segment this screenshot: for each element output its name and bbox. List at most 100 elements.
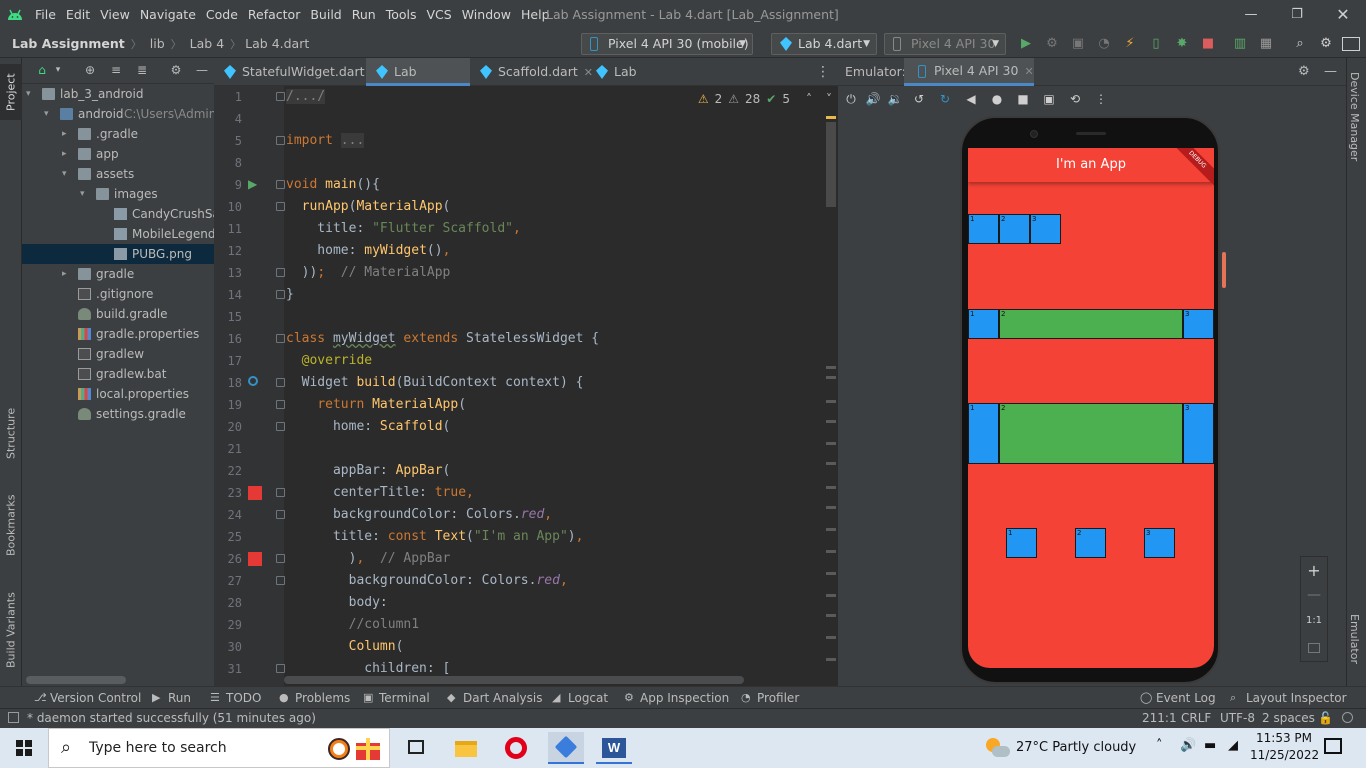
tab-statefulwidget-dart[interactable]: StatefulWidget.dart✕ bbox=[214, 58, 380, 86]
breadcrumb-file[interactable]: Lab 4.dart bbox=[241, 36, 309, 51]
attach-debugger-icon[interactable]: ✸ bbox=[1172, 34, 1192, 54]
horizontal-scrollbar[interactable] bbox=[284, 676, 744, 684]
more-tabs-icon[interactable]: ⋮ bbox=[816, 58, 830, 86]
breadcrumb-project[interactable]: Lab Assignment bbox=[0, 36, 125, 51]
tree-item[interactable]: .gitignore bbox=[22, 284, 214, 304]
tree-item[interactable]: ▸ app bbox=[22, 144, 214, 164]
locate-icon[interactable]: ⊕ bbox=[82, 62, 98, 78]
menu-vcs[interactable]: VCS bbox=[422, 0, 457, 30]
tab-structure[interactable]: Structure bbox=[0, 398, 22, 468]
tree-item[interactable]: gradle.properties bbox=[22, 324, 214, 344]
overview-icon[interactable]: ■ bbox=[1014, 90, 1032, 108]
tab-emulator[interactable]: Emulator bbox=[1348, 614, 1361, 676]
horizontal-scrollbar[interactable] bbox=[26, 676, 126, 684]
task-view-icon[interactable] bbox=[400, 732, 432, 764]
device-selector-secondary[interactable]: Pixel 4 API 30 ▼ bbox=[884, 33, 1006, 55]
windows-start-icon[interactable] bbox=[16, 740, 32, 756]
code-line[interactable]: class myWidget extends StatelessWidget { bbox=[286, 328, 599, 350]
search-icon[interactable]: ⌕ bbox=[1290, 34, 1310, 54]
minimize-button[interactable]: — bbox=[1228, 0, 1274, 30]
code-line[interactable]: ), // AppBar bbox=[286, 548, 451, 570]
file-encoding[interactable]: UTF-8 bbox=[1220, 709, 1255, 728]
menu-navigate[interactable]: Navigate bbox=[135, 0, 201, 30]
code-line[interactable]: Widget build(BuildContext context) { bbox=[286, 372, 584, 394]
volume-icon[interactable]: 🔊 bbox=[1180, 738, 1196, 753]
phone-side-button[interactable] bbox=[1222, 252, 1226, 288]
close-icon[interactable]: ✕ bbox=[1024, 65, 1033, 78]
device-manager-icon[interactable]: ▥ bbox=[1230, 34, 1250, 54]
screenshot-icon[interactable]: ▣ bbox=[1040, 90, 1058, 108]
tab-layout-inspector[interactable]: ⌕ Layout Inspector bbox=[1230, 687, 1347, 709]
opera-icon[interactable] bbox=[500, 732, 532, 764]
chevron-down-icon[interactable]: ▾ bbox=[80, 184, 90, 204]
code-line[interactable]: backgroundColor: Colors.red, bbox=[286, 570, 568, 592]
toggle-tool-windows-icon[interactable] bbox=[8, 712, 19, 723]
chevron-right-icon[interactable]: ▸ bbox=[62, 144, 72, 164]
code-line[interactable]: return MaterialApp( bbox=[286, 394, 466, 416]
fold-marker-icon[interactable] bbox=[276, 488, 285, 497]
caret-position[interactable]: 211:1 bbox=[1142, 709, 1177, 728]
tab-lab4-dart[interactable]: Lab 4.dart✕ bbox=[366, 58, 470, 106]
tab-problems[interactable]: ● Problems bbox=[279, 687, 350, 709]
fold-marker-icon[interactable] bbox=[276, 136, 285, 145]
more-icon[interactable]: ⋮ bbox=[1092, 90, 1110, 108]
notification-icon[interactable] bbox=[1324, 738, 1342, 754]
tree-item[interactable]: ▸ .gradle bbox=[22, 124, 214, 144]
code-line[interactable]: //column1 bbox=[286, 614, 419, 636]
chevron-up-icon[interactable]: ˄ bbox=[806, 92, 812, 106]
menu-refactor[interactable]: Refactor bbox=[243, 0, 305, 30]
android-view-icon[interactable]: ⌂ bbox=[34, 62, 50, 78]
code-line[interactable]: } bbox=[286, 284, 294, 306]
hide-icon[interactable]: — bbox=[1324, 58, 1337, 86]
tree-item[interactable]: gradlew bbox=[22, 344, 214, 364]
tab-event-log[interactable]: ◯ Event Log bbox=[1140, 687, 1216, 709]
code-line[interactable]: centerTitle: true, bbox=[286, 482, 474, 504]
lock-icon[interactable]: 🔓 bbox=[1318, 709, 1333, 728]
volume-up-icon[interactable]: 🔊 bbox=[864, 90, 882, 108]
chevron-down-icon[interactable]: ˅ bbox=[826, 92, 832, 106]
fold-marker-icon[interactable] bbox=[276, 378, 285, 387]
tab-dart-analysis[interactable]: ◆ Dart Analysis bbox=[447, 687, 543, 709]
color-preview-red-icon[interactable] bbox=[248, 486, 262, 500]
breadcrumb-folder[interactable]: lib bbox=[142, 36, 165, 51]
tree-item[interactable]: build.gradle bbox=[22, 304, 214, 324]
gear-icon[interactable]: ⚙ bbox=[168, 62, 184, 78]
gear-icon[interactable]: ⚙ bbox=[1316, 34, 1336, 54]
run-icon[interactable]: ▶ bbox=[1016, 34, 1036, 54]
fold-marker-icon[interactable] bbox=[276, 92, 285, 101]
status-message[interactable]: * daemon started successfully (51 minute… bbox=[27, 709, 316, 728]
snapshot-icon[interactable]: ⟲ bbox=[1066, 90, 1084, 108]
menu-edit[interactable]: Edit bbox=[61, 0, 95, 30]
hot-reload-icon[interactable]: ⚡ bbox=[1120, 34, 1140, 54]
taskbar-search-box[interactable]: ⌕ Type here to search bbox=[48, 728, 390, 768]
tab-device-manager[interactable]: Device Manager bbox=[1348, 72, 1361, 182]
breadcrumb-subfolder[interactable]: Lab 4 bbox=[182, 36, 225, 51]
line-separator[interactable]: CRLF bbox=[1181, 709, 1211, 728]
code-line[interactable]: import ... bbox=[286, 130, 365, 152]
tab-version-control[interactable]: ⎇ Version Control bbox=[34, 687, 141, 709]
device-selector[interactable]: Pixel 4 API 30 (mobile) ▼ bbox=[581, 33, 753, 55]
home-icon[interactable]: ● bbox=[988, 90, 1006, 108]
tab-project[interactable]: Project bbox=[0, 64, 22, 120]
menu-run[interactable]: Run bbox=[347, 0, 381, 30]
sdk-manager-icon[interactable]: ▦ bbox=[1256, 34, 1276, 54]
tab-todo[interactable]: ☰ TODO bbox=[210, 687, 261, 709]
close-icon[interactable]: ✕ bbox=[1320, 0, 1366, 30]
app-screen[interactable]: I'm an App DEBUG 1 2 3 1 2 3 1 2 3 1 2 3 bbox=[968, 148, 1214, 668]
menu-file[interactable]: File bbox=[30, 0, 61, 30]
color-preview-red-icon[interactable] bbox=[248, 552, 262, 566]
tab-logcat[interactable]: ◢ Logcat bbox=[552, 687, 608, 709]
override-gutter-icon[interactable] bbox=[248, 376, 258, 386]
fold-marker-icon[interactable] bbox=[276, 180, 285, 189]
code-line[interactable]: /.../ bbox=[286, 86, 326, 108]
clock-date[interactable]: 11/25/2022 bbox=[1250, 748, 1319, 762]
fold-marker-icon[interactable] bbox=[276, 576, 285, 585]
tab-profiler[interactable]: ◔ Profiler bbox=[741, 687, 799, 709]
fold-marker-icon[interactable] bbox=[276, 510, 285, 519]
code-line[interactable]: runApp(MaterialApp( bbox=[286, 196, 451, 218]
collapse-all-icon[interactable]: ≣ bbox=[134, 62, 150, 78]
fold-marker-icon[interactable] bbox=[276, 664, 285, 673]
tree-item[interactable]: ▾ lab_3_android bbox=[22, 84, 214, 104]
chevron-right-icon[interactable]: ▸ bbox=[62, 124, 72, 144]
menu-build[interactable]: Build bbox=[305, 0, 346, 30]
